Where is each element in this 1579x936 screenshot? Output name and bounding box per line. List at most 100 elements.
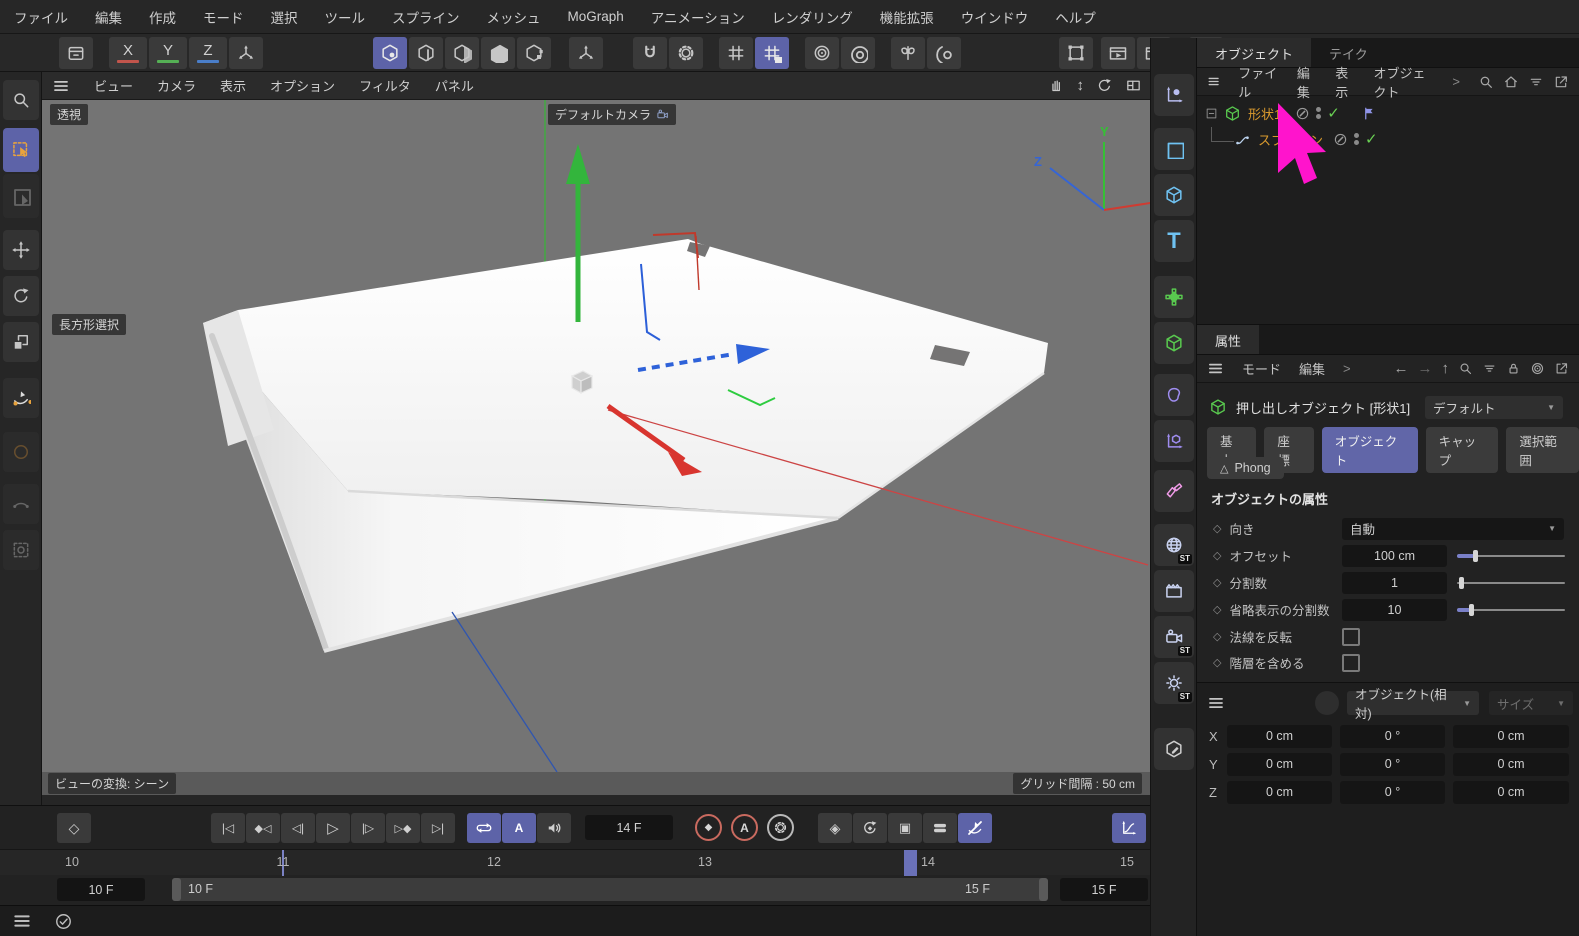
attr-menu-icon[interactable] (1207, 360, 1224, 377)
menu-animation[interactable]: アニメーション (651, 7, 745, 27)
scale-z-field[interactable]: 0 cm (1453, 781, 1569, 804)
key-scale-button[interactable]: ▣ (888, 813, 922, 843)
next-frame-button[interactable]: |▷ (351, 813, 385, 843)
om-popout-icon[interactable] (1553, 74, 1569, 90)
attr-search-icon[interactable] (1458, 361, 1473, 376)
timeline-ruler[interactable]: 10 11 12 13 14 15 (0, 849, 1150, 875)
tab-phong[interactable]: △Phong (1207, 457, 1284, 479)
keyframe-settings-button[interactable] (767, 814, 794, 841)
split-view-icon[interactable] (1125, 77, 1142, 94)
attr-menu-more[interactable]: > (1343, 361, 1351, 376)
range-start-field[interactable]: 10 F (57, 878, 145, 901)
om-menu-icon[interactable] (1207, 73, 1220, 90)
om-menu-file[interactable]: ファイル (1238, 63, 1279, 101)
om-menu-edit[interactable]: 編集 (1297, 63, 1317, 101)
offset-field[interactable]: 100 cm (1342, 545, 1447, 567)
rotate-tool-button[interactable] (3, 276, 39, 316)
search-tool-button[interactable] (3, 80, 39, 120)
lock-y-axis-button[interactable]: Y (149, 37, 187, 69)
stage-object-button[interactable] (1154, 570, 1194, 612)
offset-slider[interactable] (1457, 555, 1565, 557)
viewport-canvas[interactable]: Y Z X 透視 デフォルトカメラ 長方形選択 ビューの変換: シーン グリッド… (42, 100, 1150, 795)
scale-tool-button[interactable] (3, 322, 39, 362)
fcurve-mode-button[interactable] (1112, 813, 1146, 843)
vp-menu-display[interactable]: 表示 (220, 76, 246, 95)
instance-button[interactable] (1154, 420, 1194, 462)
view-settings-button[interactable] (1059, 37, 1093, 69)
sound-button[interactable] (537, 813, 571, 843)
snap-settings-button[interactable] (669, 37, 703, 69)
volume-builder-button[interactable] (1154, 374, 1194, 416)
goto-start-button[interactable]: |◁ (211, 813, 245, 843)
lock-z-axis-button[interactable]: Z (189, 37, 227, 69)
preset-dropdown[interactable]: デフォルト▼ (1425, 396, 1563, 419)
live-selection-button[interactable] (3, 128, 39, 172)
move-tool-button[interactable] (3, 230, 39, 270)
scale-x-field[interactable]: 0 cm (1453, 725, 1569, 748)
subdivisions-field[interactable]: 1 (1342, 572, 1447, 594)
expander-icon[interactable] (1205, 107, 1218, 120)
iso-field[interactable]: 10 (1342, 599, 1447, 621)
attr-lock-icon[interactable] (1506, 361, 1521, 376)
menu-mograph[interactable]: MoGraph (568, 9, 624, 24)
key-rotation-button[interactable] (853, 813, 887, 843)
current-frame-field[interactable]: 14 F (585, 815, 673, 840)
om-filter-icon[interactable] (1528, 74, 1544, 90)
key-parameters-button[interactable] (923, 813, 957, 843)
iso-slider[interactable] (1457, 609, 1565, 611)
size-mode-dropdown[interactable]: サイズ▼ (1489, 691, 1573, 715)
workplane-grid-button[interactable] (719, 37, 753, 69)
rot-p-field[interactable]: 0 ° (1340, 753, 1445, 776)
render-options-button[interactable] (841, 37, 875, 69)
attr-up-icon[interactable]: ↑ (1442, 360, 1450, 377)
motext-button[interactable]: T (1154, 220, 1194, 262)
camera-label[interactable]: デフォルトカメラ (548, 104, 676, 125)
lock-workplane-button[interactable] (755, 37, 789, 69)
axis-edit-mode-button[interactable] (569, 37, 603, 69)
vp-menu-panel[interactable]: パネル (435, 76, 474, 95)
range-handle-left[interactable] (172, 878, 181, 901)
attr-popout-icon[interactable] (1554, 361, 1569, 376)
view-type-label[interactable]: 透視 (50, 104, 88, 125)
playhead[interactable] (904, 850, 917, 876)
menu-select[interactable]: 選択 (271, 7, 298, 27)
cube-primitive-button[interactable] (1154, 174, 1194, 216)
pen-tool-button[interactable] (3, 378, 39, 418)
pan-view-icon[interactable] (1048, 77, 1065, 94)
coord-menu-icon[interactable] (1207, 694, 1225, 712)
prev-key-button[interactable]: ◆◁ (246, 813, 280, 843)
goto-end-button[interactable]: ▷| (421, 813, 455, 843)
enable-check-icon[interactable]: ✓ (1365, 130, 1378, 148)
menu-file[interactable]: ファイル (14, 7, 68, 27)
snap-button[interactable] (633, 37, 667, 69)
autokey-range-button[interactable]: A (502, 813, 536, 843)
interactive-render-region-button[interactable] (805, 37, 839, 69)
om-search-icon[interactable] (1478, 74, 1494, 90)
symmetry-button[interactable] (891, 37, 925, 69)
viewport-menu-icon[interactable] (52, 77, 70, 95)
pos-y-field[interactable]: 0 cm (1227, 753, 1332, 776)
attr-filter-icon[interactable] (1482, 361, 1497, 376)
symmetry-settings-button[interactable] (927, 37, 961, 69)
menu-window[interactable]: ウインドウ (961, 7, 1029, 27)
model-mode-button[interactable] (373, 37, 407, 69)
texture-mode-button[interactable] (517, 37, 551, 69)
next-key-button[interactable]: ▷◆ (386, 813, 420, 843)
menu-tools[interactable]: ツール (325, 7, 366, 27)
coord-apply-button[interactable] (1315, 691, 1339, 715)
menu-create[interactable]: 作成 (149, 7, 176, 27)
range-end-field[interactable]: 15 F (1060, 878, 1148, 901)
coordinate-mode-dropdown[interactable]: オブジェクト(相対)▼ (1347, 691, 1479, 715)
attr-back-icon[interactable]: ← (1394, 360, 1409, 377)
rectangle-spline-button[interactable] (1154, 128, 1194, 170)
layer-flag-icon[interactable] (1362, 106, 1377, 121)
bend-deformer-button[interactable] (1154, 470, 1194, 512)
autokey-button[interactable]: A (731, 814, 758, 841)
render-view-button[interactable] (1101, 37, 1135, 69)
attr-menu-edit[interactable]: 編集 (1299, 359, 1325, 378)
polygons-mode-button[interactable] (481, 37, 515, 69)
menu-mesh[interactable]: メッシュ (487, 7, 541, 27)
tab-object[interactable]: オブジェクト (1322, 427, 1418, 473)
subdivisions-slider[interactable] (1457, 582, 1565, 584)
key-pla-button[interactable] (958, 813, 992, 843)
